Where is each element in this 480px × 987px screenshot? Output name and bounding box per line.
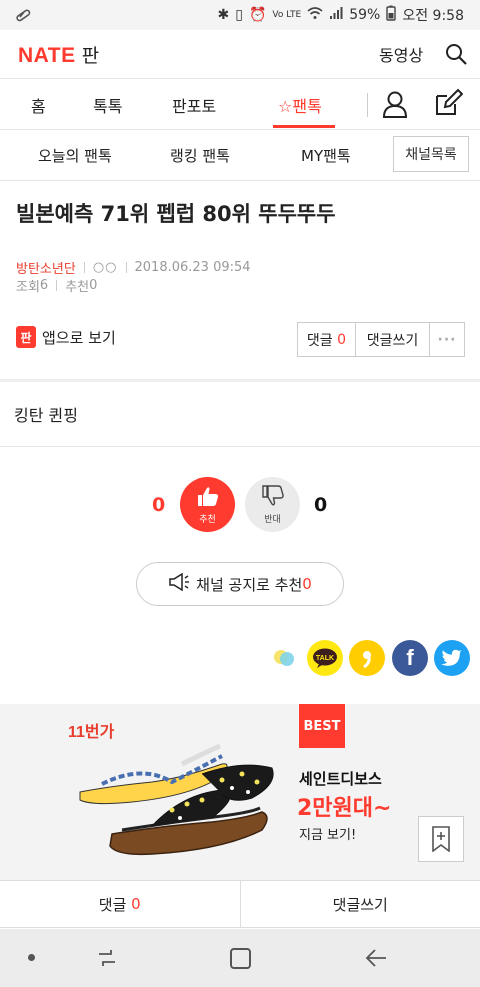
meta-separator (56, 280, 58, 291)
upvote-count: 0 (152, 494, 166, 516)
subtabs-divider (0, 180, 480, 181)
comment-label: 댓글 (306, 332, 333, 349)
recent-apps-icon[interactable] (96, 947, 118, 973)
content-divider (0, 446, 480, 447)
downvote-label: 반대 (264, 514, 281, 525)
post-date: 2018.06.23 09:54 (134, 260, 251, 275)
cyworld-share-icon[interactable] (266, 640, 302, 676)
recommend-count: 0 (89, 278, 98, 293)
sandal-product-image (72, 734, 292, 868)
tab-home[interactable]: 홈 (31, 93, 46, 117)
bookmark-icon[interactable] (418, 816, 464, 862)
bottom-comment-bar: 댓글 0 댓글쓰기 (0, 880, 480, 928)
bluetooth-icon: ✱ (217, 7, 230, 23)
downvote-count: 0 (314, 494, 328, 516)
user-icon[interactable] (382, 90, 408, 118)
post-title: 빌본예측 71위 펩럽 80위 뚜두뚜두 (16, 202, 336, 226)
tab-toktok[interactable]: 톡톡 (93, 93, 122, 117)
app-header: NATE 판 동영상 (0, 30, 480, 78)
thumbs-up-icon (196, 485, 220, 511)
star-icon: ☆ (278, 97, 293, 116)
back-icon[interactable] (364, 947, 388, 973)
app-view-label: 앱으로 보기 (42, 328, 116, 347)
home-icon[interactable] (230, 948, 251, 969)
recommend-label: 추천 (65, 280, 90, 295)
subtab-my[interactable]: MY팬톡 (301, 145, 351, 166)
logo-sub: 판 (81, 46, 100, 67)
post-stats: 조회 6 추천 0 (16, 276, 97, 295)
logo-text: NATE (18, 44, 76, 67)
channel-recommend-count: 0 (302, 575, 312, 593)
meta-separator (125, 262, 127, 273)
ad-line1: 세인트디보스 (299, 770, 382, 788)
upvote-label: 추천 (199, 514, 216, 525)
ad-line2: 2만원대~ (297, 796, 392, 821)
tab-separator (367, 93, 368, 117)
author-mark: ○○ (92, 260, 118, 275)
battery-percent: 59% (349, 7, 381, 23)
bottom-comment-label: 댓글 (98, 895, 127, 914)
comment-actions: 댓글 0 댓글쓰기 ··· (297, 322, 465, 357)
ad-best-badge: BEST (299, 704, 345, 748)
tab-fantalk[interactable]: ☆팬톡 (278, 93, 322, 117)
wifi-icon (307, 6, 323, 24)
bottom-write-comment-button[interactable]: 댓글쓰기 (241, 881, 480, 927)
search-icon[interactable] (444, 42, 468, 66)
bottom-comment-button[interactable]: 댓글 0 (0, 881, 241, 927)
alarm-icon: ⏰ (248, 7, 267, 23)
subtab-today[interactable]: 오늘의 팬톡 (38, 145, 112, 166)
active-tab-indicator (273, 125, 335, 128)
video-link[interactable]: 동영상 (379, 42, 423, 66)
app-notification-icon (14, 6, 32, 28)
channel-list-button[interactable]: 채널목록 (393, 136, 469, 172)
status-bar: ✱ ▯ ⏰ Vo LTE 59% 오전 9:58 (0, 0, 480, 30)
write-comment-button[interactable]: 댓글쓰기 (356, 323, 430, 356)
tab-fantalk-label: 팬톡 (292, 97, 322, 116)
subtab-ranking[interactable]: 랭킹 팬톡 (170, 145, 230, 166)
comment-count-button[interactable]: 댓글 0 (298, 323, 356, 356)
ad-line3: 지금 보기! (299, 828, 357, 843)
post-body: 킹탄 퀸핑 (14, 406, 78, 425)
post-meta: 방탄소년단 ○○ 2018.06.23 09:54 (16, 258, 251, 277)
upvote-button[interactable]: 추천 (180, 477, 235, 532)
main-tabs: 홈 톡톡 판포토 ☆팬톡 (0, 79, 480, 129)
clock: 오전 9:58 (402, 8, 464, 24)
svg-text:TALK: TALK (316, 655, 334, 662)
views-count: 6 (39, 278, 49, 293)
kakaotalk-share-icon[interactable]: TALK (307, 640, 343, 676)
views-label: 조회 (16, 280, 40, 295)
bottom-comment-count: 0 (131, 895, 141, 913)
facebook-share-icon[interactable]: f (392, 640, 428, 676)
channel-recommend-label: 채널 공지로 추천 (196, 575, 303, 594)
nav-dot-icon (28, 954, 35, 961)
system-nav-bar (0, 929, 480, 987)
section-divider (0, 379, 480, 382)
app-view-link[interactable]: 판 앱으로 보기 (16, 326, 116, 348)
network-label: Vo LTE (272, 10, 302, 20)
post-author[interactable]: 방탄소년단 (16, 258, 76, 277)
signal-icon (329, 6, 343, 24)
tab-panphoto[interactable]: 판포토 (172, 93, 216, 117)
nate-logo[interactable]: NATE 판 (18, 41, 100, 68)
comment-count: 0 (337, 331, 347, 348)
more-button[interactable]: ··· (430, 323, 464, 356)
kakaostory-share-icon[interactable] (349, 640, 385, 676)
ad-banner[interactable]: 11번가 BEST 세인트디보스 2만원대~ 지금 보기! (0, 704, 480, 880)
thumbs-down-icon (261, 484, 285, 511)
battery-icon (386, 5, 397, 25)
write-post-icon[interactable] (433, 88, 464, 118)
meta-separator (83, 262, 85, 273)
channel-notice-recommend-button[interactable]: 채널 공지로 추천 0 (136, 562, 344, 606)
pann-app-icon: 판 (16, 326, 36, 348)
twitter-share-icon[interactable] (434, 640, 470, 676)
vibrate-icon: ▯ (235, 7, 243, 23)
megaphone-icon (168, 572, 190, 595)
downvote-button[interactable]: 반대 (245, 477, 300, 532)
